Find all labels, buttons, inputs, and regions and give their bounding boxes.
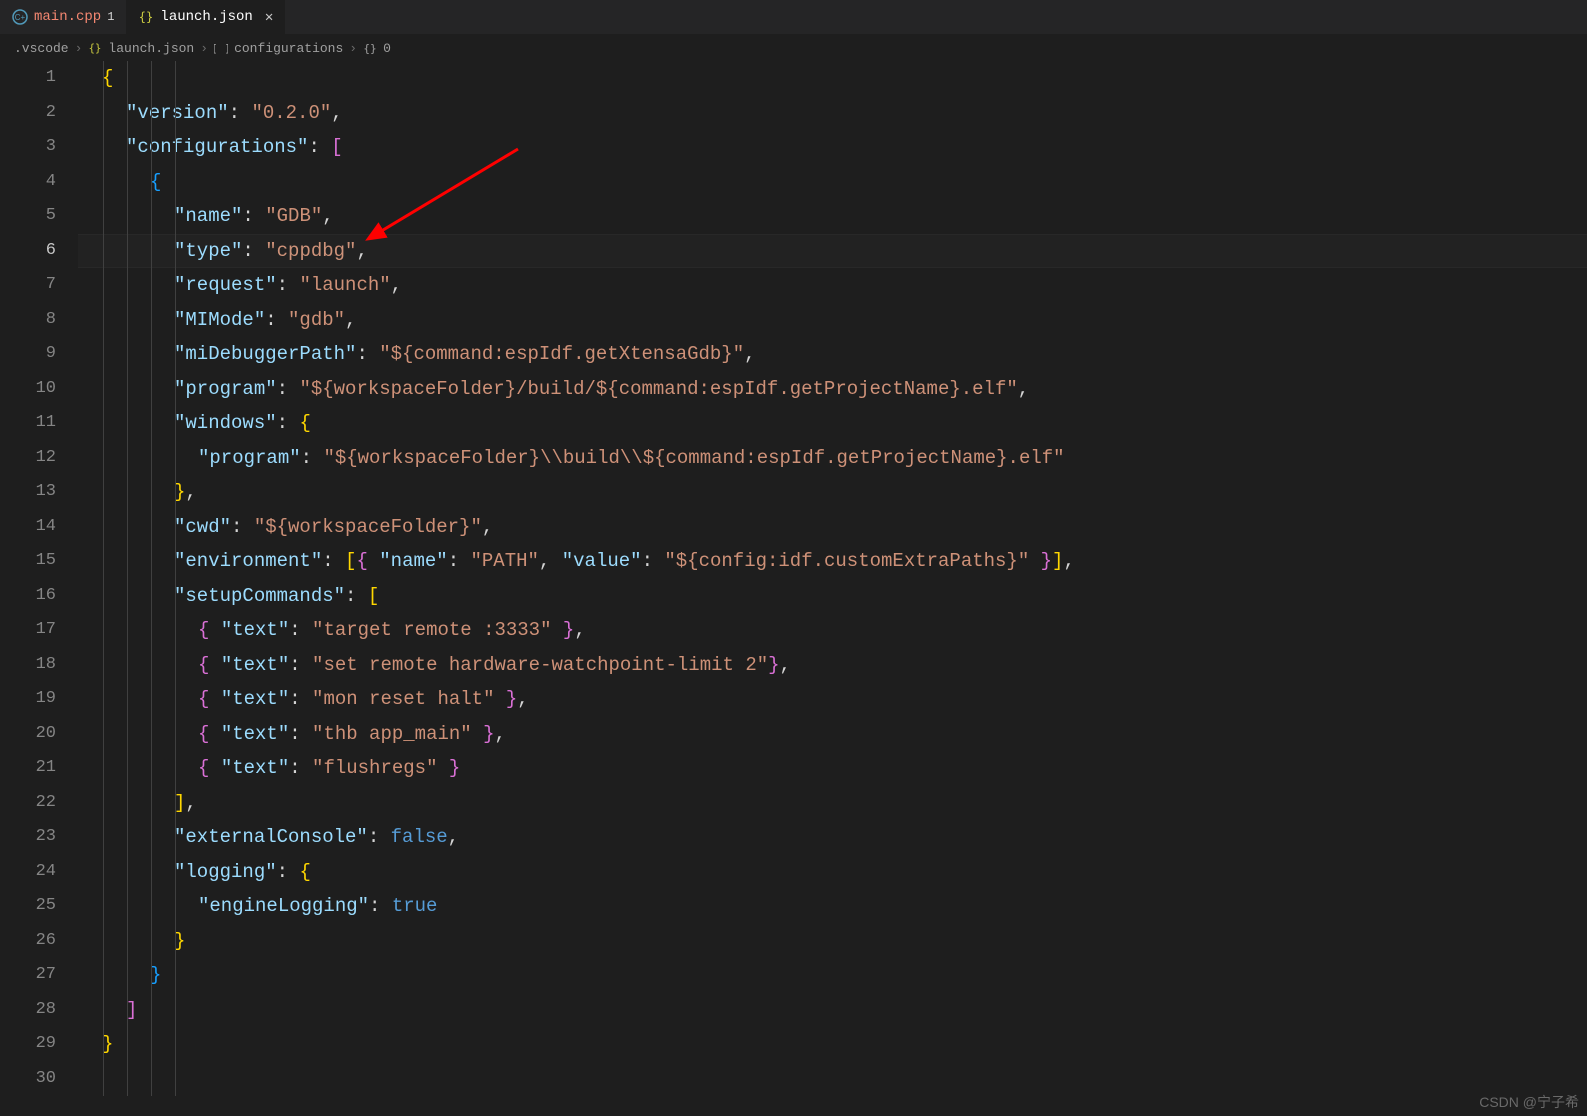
watermark: CSDN @宁子希 xyxy=(1479,1092,1579,1112)
line-number: 7 xyxy=(0,268,56,303)
code-line[interactable]: { "text": "set remote hardware-watchpoin… xyxy=(78,648,1587,683)
tab-label: launch.json xyxy=(160,9,252,25)
code-line[interactable]: { "text": "flushregs" } xyxy=(78,751,1587,786)
code-line[interactable]: "environment": [{ "name": "PATH", "value… xyxy=(78,544,1587,579)
code-line[interactable]: { xyxy=(78,165,1587,200)
code-line[interactable]: "externalConsole": false, xyxy=(78,820,1587,855)
line-number: 14 xyxy=(0,510,56,545)
code-line[interactable]: "program": "${workspaceFolder}\\build\\$… xyxy=(78,441,1587,476)
line-number: 11 xyxy=(0,406,56,441)
code-line[interactable]: "version": "0.2.0", xyxy=(78,96,1587,131)
line-number: 20 xyxy=(0,717,56,752)
code-line[interactable]: }, xyxy=(78,475,1587,510)
breadcrumb-part[interactable]: launch.json xyxy=(108,41,194,56)
code-line[interactable]: "configurations": [ xyxy=(78,130,1587,165)
code-line[interactable]: "setupCommands": [ xyxy=(78,579,1587,614)
code-line[interactable]: "program": "${workspaceFolder}/build/${c… xyxy=(78,372,1587,407)
breadcrumb[interactable]: .vscode › {} launch.json › [ ] configurations ›… xyxy=(0,35,1587,61)
json-icon: {} xyxy=(88,41,102,55)
line-number: 4 xyxy=(0,165,56,200)
line-number: 8 xyxy=(0,303,56,338)
code-line[interactable]: "cwd": "${workspaceFolder}", xyxy=(78,510,1587,545)
line-number: 28 xyxy=(0,993,56,1028)
line-number: 18 xyxy=(0,648,56,683)
code-line[interactable]: "windows": { xyxy=(78,406,1587,441)
code-line[interactable]: "name": "GDB", xyxy=(78,199,1587,234)
code-line[interactable]: { "text": "target remote :3333" }, xyxy=(78,613,1587,648)
line-number: 13 xyxy=(0,475,56,510)
line-number: 26 xyxy=(0,924,56,959)
tab-label: main.cpp xyxy=(34,9,101,25)
code-line[interactable]: "engineLogging": true xyxy=(78,889,1587,924)
svg-text:{}: {} xyxy=(363,42,376,55)
breadcrumb-part[interactable]: .vscode xyxy=(14,41,69,56)
line-number: 5 xyxy=(0,199,56,234)
breadcrumb-part[interactable]: configurations xyxy=(234,41,343,56)
line-number-gutter: 1234567891011121314151617181920212223242… xyxy=(0,61,78,1116)
code-line[interactable]: "type": "cppdbg", xyxy=(78,234,1587,269)
line-number: 12 xyxy=(0,441,56,476)
chevron-right-icon: › xyxy=(349,41,357,56)
line-number: 16 xyxy=(0,579,56,614)
chevron-right-icon: › xyxy=(75,41,83,56)
code-line[interactable]: "request": "launch", xyxy=(78,268,1587,303)
code-line[interactable]: "logging": { xyxy=(78,855,1587,890)
code-line[interactable]: { "text": "thb app_main" }, xyxy=(78,717,1587,752)
cpp-file-icon: C+ xyxy=(12,9,28,25)
code-line[interactable]: "miDebuggerPath": "${command:espIdf.getX… xyxy=(78,337,1587,372)
array-icon: [ ] xyxy=(214,41,228,55)
svg-text:{}: {} xyxy=(89,43,102,55)
tab-bar: C+ main.cpp 1 {} launch.json ✕ xyxy=(0,0,1587,35)
line-number: 9 xyxy=(0,337,56,372)
code-line[interactable]: { "text": "mon reset halt" }, xyxy=(78,682,1587,717)
code-line[interactable]: "MIMode": "gdb", xyxy=(78,303,1587,338)
line-number: 21 xyxy=(0,751,56,786)
code-line[interactable]: ] xyxy=(78,993,1587,1028)
line-number: 10 xyxy=(0,372,56,407)
line-number: 3 xyxy=(0,130,56,165)
line-number: 22 xyxy=(0,786,56,821)
code-line[interactable]: } xyxy=(78,958,1587,993)
svg-text:[ ]: [ ] xyxy=(214,42,228,55)
line-number: 30 xyxy=(0,1062,56,1097)
code-line[interactable] xyxy=(78,1062,1587,1097)
line-number: 2 xyxy=(0,96,56,131)
line-number: 6 xyxy=(0,234,56,269)
code-line[interactable]: { xyxy=(78,61,1587,96)
tab-launch-json[interactable]: {} launch.json ✕ xyxy=(126,0,285,34)
code-area[interactable]: {"version": "0.2.0","configurations": [{… xyxy=(78,61,1587,1116)
line-number: 25 xyxy=(0,889,56,924)
code-line[interactable]: } xyxy=(78,1027,1587,1062)
line-number: 27 xyxy=(0,958,56,993)
json-file-icon: {} xyxy=(138,9,154,25)
line-number: 23 xyxy=(0,820,56,855)
svg-text:{}: {} xyxy=(139,10,153,24)
code-line[interactable]: } xyxy=(78,924,1587,959)
tab-main-cpp[interactable]: C+ main.cpp 1 xyxy=(0,0,126,34)
line-number: 17 xyxy=(0,613,56,648)
editor[interactable]: 1234567891011121314151617181920212223242… xyxy=(0,61,1587,1116)
modified-badge: 1 xyxy=(107,10,114,24)
chevron-right-icon: › xyxy=(200,41,208,56)
line-number: 15 xyxy=(0,544,56,579)
line-number: 1 xyxy=(0,61,56,96)
line-number: 29 xyxy=(0,1027,56,1062)
svg-text:C+: C+ xyxy=(15,13,26,22)
close-icon[interactable]: ✕ xyxy=(265,9,273,26)
line-number: 19 xyxy=(0,682,56,717)
code-line[interactable]: ], xyxy=(78,786,1587,821)
line-number: 24 xyxy=(0,855,56,890)
object-icon: {} xyxy=(363,41,377,55)
breadcrumb-part[interactable]: 0 xyxy=(383,41,391,56)
